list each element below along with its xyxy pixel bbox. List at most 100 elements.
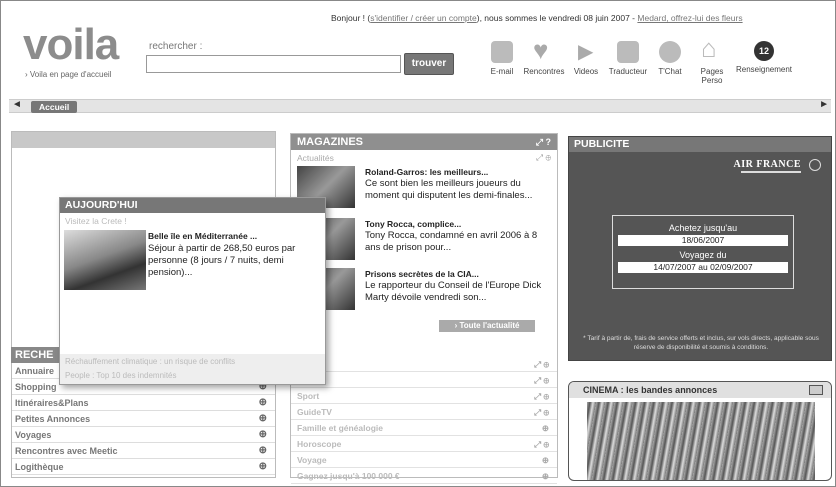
popup-body: Séjour à partir de 268,50 euros par pers… [148,243,296,278]
globe-icon: ⊕ [258,397,267,408]
list-item[interactable]: ⤢ ⊕ [291,372,557,388]
service-tchat[interactable]: T'Chat [649,41,691,85]
globe-icon: ⊕ [541,423,549,433]
travel-dates: 14/07/2007 au 02/09/2007 [618,262,788,273]
book-icon [617,41,639,63]
list-item[interactable]: Gagnez jusqu'à 100 000 € ⊕ [291,468,557,484]
article-item[interactable]: Roland-Garros: les meilleurs... Ce sont b… [297,166,553,210]
article-text: Tony Rocca, complice... Tony Rocca, conda… [365,218,551,254]
item-label: Voyages [15,430,52,440]
item-label: Annuaire [15,366,55,376]
popup-subtitle[interactable]: Visitez la Crete ! [60,213,325,229]
list-item[interactable]: Sport ⤢ ⊕ [291,388,557,404]
identify-link[interactable]: s'identifier / créer un compte [370,13,477,23]
list-item[interactable]: Voyage ⊕ [291,452,557,468]
services-bar: E-mail Rencontres Videos Traducteur T'Ch… [481,33,795,85]
airfrance-logo: AIR FRANCE [733,159,801,170]
list-item[interactable]: Logithèque ⊕ [12,459,275,475]
popup-text: Belle île en Méditerranée ... Séjour à pa… [148,230,323,279]
advertisement-header: PUBLICITE [569,137,831,152]
item-label: Shopping [15,382,57,392]
cinema-header: CINEMA : les bandes annonces [569,382,831,398]
search-label: rechercher : [149,41,203,52]
list-item[interactable]: Itinéraires&Plans ⊕ [12,395,275,411]
item-label: Voyage [297,455,327,465]
item-label: Rencontres avec Meetic [15,446,118,456]
settings-icon[interactable]: ⤢ ⊕ [536,152,551,163]
airfrance-emblem-icon [809,159,821,171]
popup-link[interactable]: Réchauffement climatique : un risque de … [60,354,325,368]
panel-tools-icon[interactable]: ⤢ ? [536,134,551,150]
service-traducteur[interactable]: Traducteur [607,41,649,85]
magazines-title: MAGAZINES [297,136,363,148]
service-email[interactable]: E-mail [481,41,523,85]
buy-label: Achetez jusqu'au [668,223,738,233]
all-news-button[interactable]: › Toute l'actualité [439,320,535,332]
actualites-label: Actualités [297,153,334,163]
service-label: E-mail [490,67,514,76]
popup-links: Réchauffement climatique : un risque de … [60,354,325,384]
item-label: Gagnez jusqu'à 100 000 € [297,471,400,481]
globe-icon: ⊕ [258,461,267,472]
arrow-left-icon[interactable]: ◄ [12,99,22,110]
top-greeting: Bonjour ! (s'identifier / créer un compt… [331,13,743,23]
airfrance-stripes-icon [741,171,801,175]
article-title[interactable]: Roland-Garros: les meilleurs... [365,166,551,178]
service-pages-perso[interactable]: Pages Perso [691,33,733,85]
actualites-subheader: Actualités ⤢ ⊕ [291,150,557,164]
fete-link[interactable]: Medard, offrez-lui des fleurs [637,13,742,23]
globe-icon: ⤢ ⊕ [534,439,549,449]
heart-icon [533,35,555,66]
magazines-header: MAGAZINES ⤢ ? [291,134,557,150]
aujourdhui-popup: AUJOURD'HUI Visitez la Crete ! Belle île… [59,197,326,385]
ad-footnote: * Tarif à partir de, frais de service of… [583,335,819,351]
article-text: Roland-Garros: les meilleurs... Ce sont b… [365,166,551,202]
service-rencontres[interactable]: Rencontres [523,35,565,85]
search-button[interactable]: trouver [404,53,454,75]
cinema-trailer-image[interactable] [587,402,815,480]
article-body: Tony Rocca, condamné en avril 2006 à 8 a… [365,230,538,253]
voila-logo[interactable]: voila [23,23,119,67]
article-item[interactable]: Prisons secrètes de la CIA... Le rapporte… [297,268,553,312]
left-panel-header [12,132,275,148]
service-label: Traducteur [608,67,648,76]
list-item[interactable]: GuideTV ⤢ ⊕ [291,404,557,420]
article-item[interactable]: Tony Rocca, complice... Tony Rocca, conda… [297,218,553,262]
popup-link[interactable]: People : Top 10 des indemnités [60,368,325,382]
item-label: Logithèque [15,462,64,472]
service-renseignement[interactable]: 12 Renseignement [733,41,795,85]
arrow-right-icon[interactable]: ► [819,99,829,110]
homepage-link[interactable]: › Voila en page d'accueil [25,70,111,79]
service-videos[interactable]: Videos [565,39,607,85]
browser-page: Bonjour ! (s'identifier / créer un compt… [0,0,836,487]
service-label: Renseignement [735,65,793,74]
article-text: Prisons secrètes de la CIA... Le rapporte… [365,268,551,304]
service-label: Videos [573,67,599,76]
article-body: Ce sont bien les meilleurs joueurs du mo… [365,178,533,201]
popup-header: AUJOURD'HUI [60,198,325,213]
item-label: Sport [297,391,320,401]
window-icon[interactable] [809,385,823,395]
article-title[interactable]: Prisons secrètes de la CIA... [365,268,551,280]
nav-bar: ◄ Accueil ► [9,99,831,113]
popup-headline[interactable]: Belle île en Méditerranée ... [148,231,257,241]
service-label: Pages Perso [700,67,724,85]
popup-image[interactable] [64,230,146,290]
list-item[interactable]: ⤢ ⊕ [291,356,557,372]
globe-icon: ⊕ [258,445,267,456]
item-label: Itinéraires&Plans [15,398,89,408]
list-item[interactable]: Horoscope ⤢ ⊕ [291,436,557,452]
advertisement-panel[interactable]: PUBLICITE AIR FRANCE Achetez jusqu'au 18… [568,136,832,361]
chat-icon [659,41,681,63]
tab-accueil[interactable]: Accueil [31,101,78,113]
search-input[interactable] [146,55,401,73]
renseignement-icon: 12 [754,41,774,61]
list-item[interactable]: Voyages ⊕ [12,427,275,443]
date-text: ), nous sommes le vendredi 08 juin 2007 … [476,13,638,23]
list-item[interactable]: Rencontres avec Meetic ⊕ [12,443,275,459]
list-item[interactable]: Famille et généalogie ⊕ [291,420,557,436]
cinema-panel: CINEMA : les bandes annonces [568,381,832,481]
globe-icon: ⤢ ⊕ [534,391,549,401]
article-title[interactable]: Tony Rocca, complice... [365,218,551,230]
list-item[interactable]: Petites Annonces ⊕ [12,411,275,427]
